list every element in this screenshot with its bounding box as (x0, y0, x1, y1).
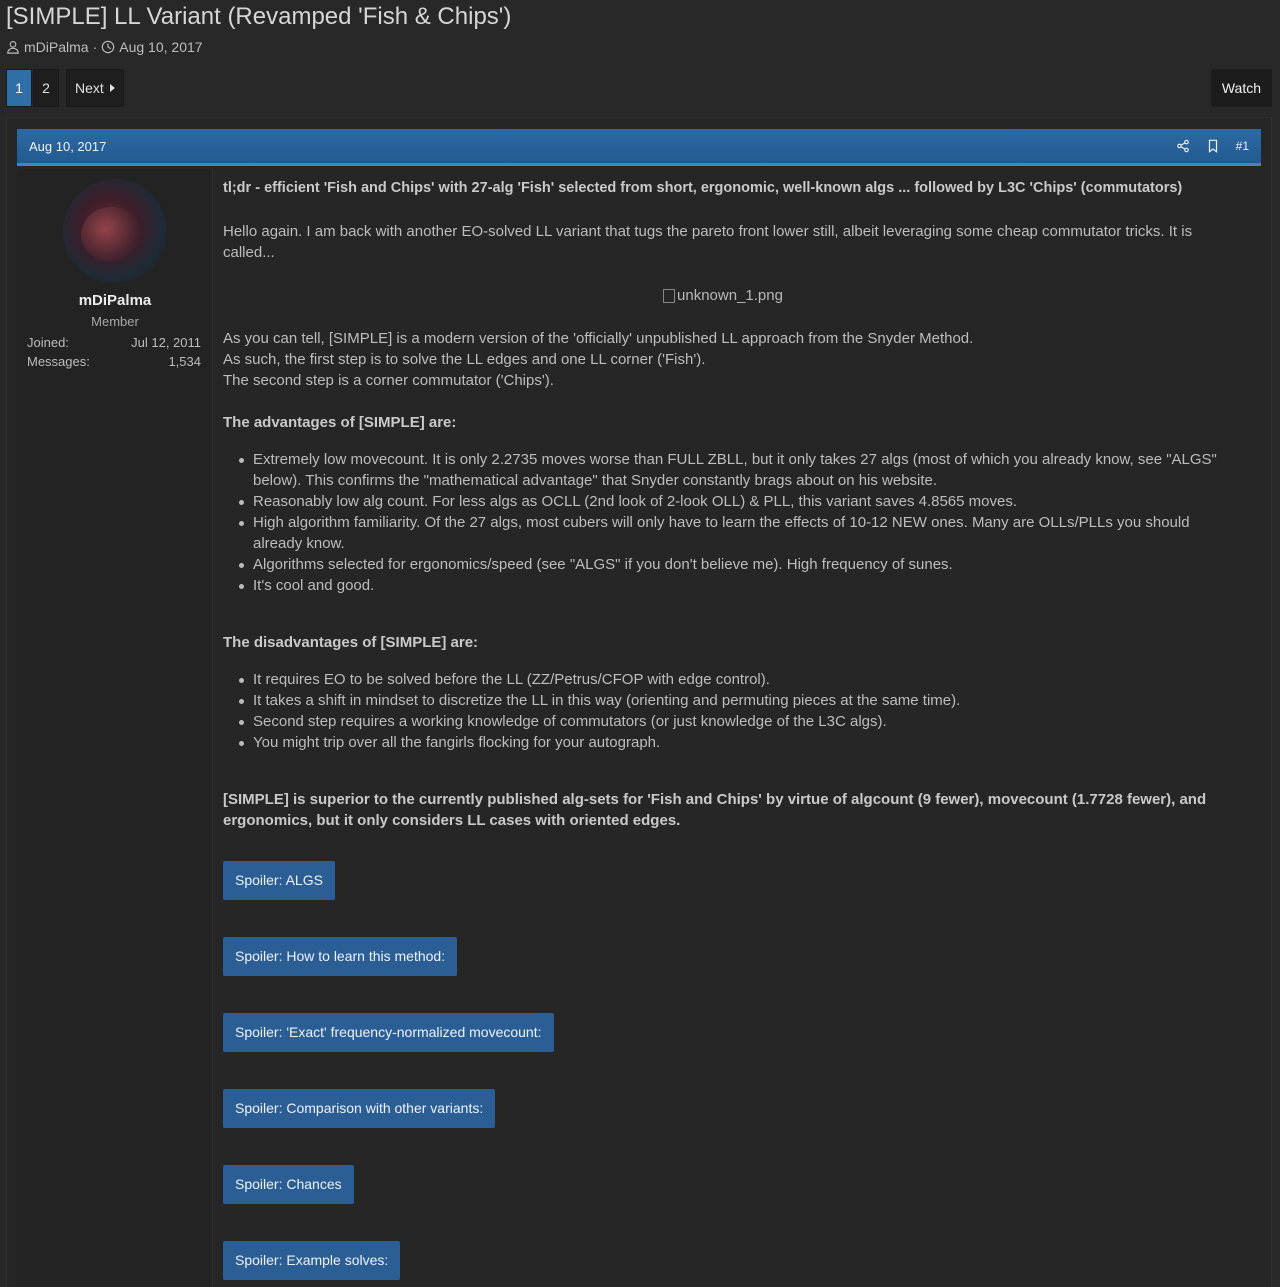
page-2-button[interactable]: 2 (33, 69, 59, 107)
user-messages-row: Messages: 1,534 (27, 354, 201, 369)
thread-author-link[interactable]: mDiPalma (24, 39, 89, 55)
spoiler-how-to-learn-button[interactable]: Spoiler: How to learn this method: (223, 937, 458, 976)
body-line-2: As such, the first step is to solve the … (223, 351, 706, 368)
image-alt-text: unknown_1.png (677, 287, 783, 304)
list-item: It takes a shift in mindset to discretiz… (239, 690, 1223, 711)
body-line-1: As you can tell, [SIMPLE] is a modern ve… (223, 330, 974, 347)
intro-text: Hello again. I am back with another EO-s… (223, 223, 1193, 261)
tldr-text: tl;dr - efficient 'Fish and Chips' with … (223, 180, 1183, 196)
spoiler-chances-button[interactable]: Spoiler: Chances (223, 1165, 354, 1204)
next-page-button[interactable]: Next (66, 69, 124, 107)
spoiler-example-solves-button[interactable]: Spoiler: Example solves: (223, 1241, 401, 1280)
user-title: Member (91, 314, 139, 329)
post-content: tl;dr - efficient 'Fish and Chips' with … (223, 178, 1223, 1280)
body-line-3: The second step is a corner commutator (… (223, 372, 554, 389)
watch-button[interactable]: Watch (1210, 69, 1272, 107)
joined-value: Jul 12, 2011 (131, 335, 201, 350)
avatar[interactable] (63, 179, 167, 283)
thread-title: [SIMPLE] LL Variant (Revamped 'Fish & Ch… (6, 3, 512, 30)
post-image[interactable]: unknown_1.png (223, 285, 1223, 306)
joined-label: Joined: (27, 335, 69, 350)
advantages-list: Extremely low movecount. It is only 2.27… (223, 449, 1223, 596)
post-header: Aug 10, 2017 #1 (17, 129, 1261, 166)
list-item: Reasonably low alg count. For less algs … (239, 491, 1223, 512)
caret-right-icon (109, 84, 115, 92)
meta-separator: · (92, 39, 98, 55)
disadvantages-list: It requires EO to be solved before the L… (223, 669, 1223, 753)
user-icon (7, 41, 19, 54)
page-1-button[interactable]: 1 (6, 69, 32, 107)
share-icon[interactable] (1176, 138, 1192, 154)
post: Aug 10, 2017 #1 mDiPalma Member Joined: … (6, 117, 1272, 1287)
user-cell: mDiPalma Member Joined: Jul 12, 2011 Mes… (17, 169, 213, 1287)
list-item: Algorithms selected for ergonomics/speed… (239, 554, 1223, 575)
spoiler-movecount-button[interactable]: Spoiler: 'Exact' frequency-normalized mo… (223, 1013, 554, 1052)
pagination: 1 2 Next (6, 69, 125, 107)
next-label: Next (75, 80, 104, 96)
messages-label: Messages: (27, 354, 90, 369)
thread-meta: mDiPalma · Aug 10, 2017 (6, 39, 203, 55)
clock-icon (101, 40, 115, 54)
list-item: Extremely low movecount. It is only 2.27… (239, 449, 1223, 491)
post-number-link[interactable]: #1 (1236, 139, 1249, 153)
list-item: It requires EO to be solved before the L… (239, 669, 1223, 690)
spoiler-algs-button[interactable]: Spoiler: ALGS (223, 861, 335, 900)
list-item: Second step requires a working knowledge… (239, 711, 1223, 732)
post-date-link[interactable]: Aug 10, 2017 (29, 139, 1162, 154)
spoiler-group: Spoiler: ALGS Spoiler: How to learn this… (223, 861, 1223, 1280)
disadvantages-heading: The disadvantages of [SIMPLE] are: (223, 634, 479, 651)
spoiler-comparison-button[interactable]: Spoiler: Comparison with other variants: (223, 1089, 496, 1128)
advantages-heading: The advantages of [SIMPLE] are: (223, 414, 457, 431)
summary-text: [SIMPLE] is superior to the currently pu… (223, 791, 1207, 829)
list-item: High algorithm familiarity. Of the 27 al… (239, 512, 1223, 554)
broken-image-icon (663, 288, 676, 303)
list-item: You might trip over all the fangirls flo… (239, 732, 1223, 753)
bookmark-icon[interactable] (1206, 138, 1222, 154)
user-joined-row: Joined: Jul 12, 2011 (27, 335, 201, 350)
list-item: It's cool and good. (239, 575, 1223, 596)
username-link[interactable]: mDiPalma (17, 292, 213, 309)
thread-date-link[interactable]: Aug 10, 2017 (119, 39, 202, 55)
messages-value: 1,534 (168, 354, 201, 369)
